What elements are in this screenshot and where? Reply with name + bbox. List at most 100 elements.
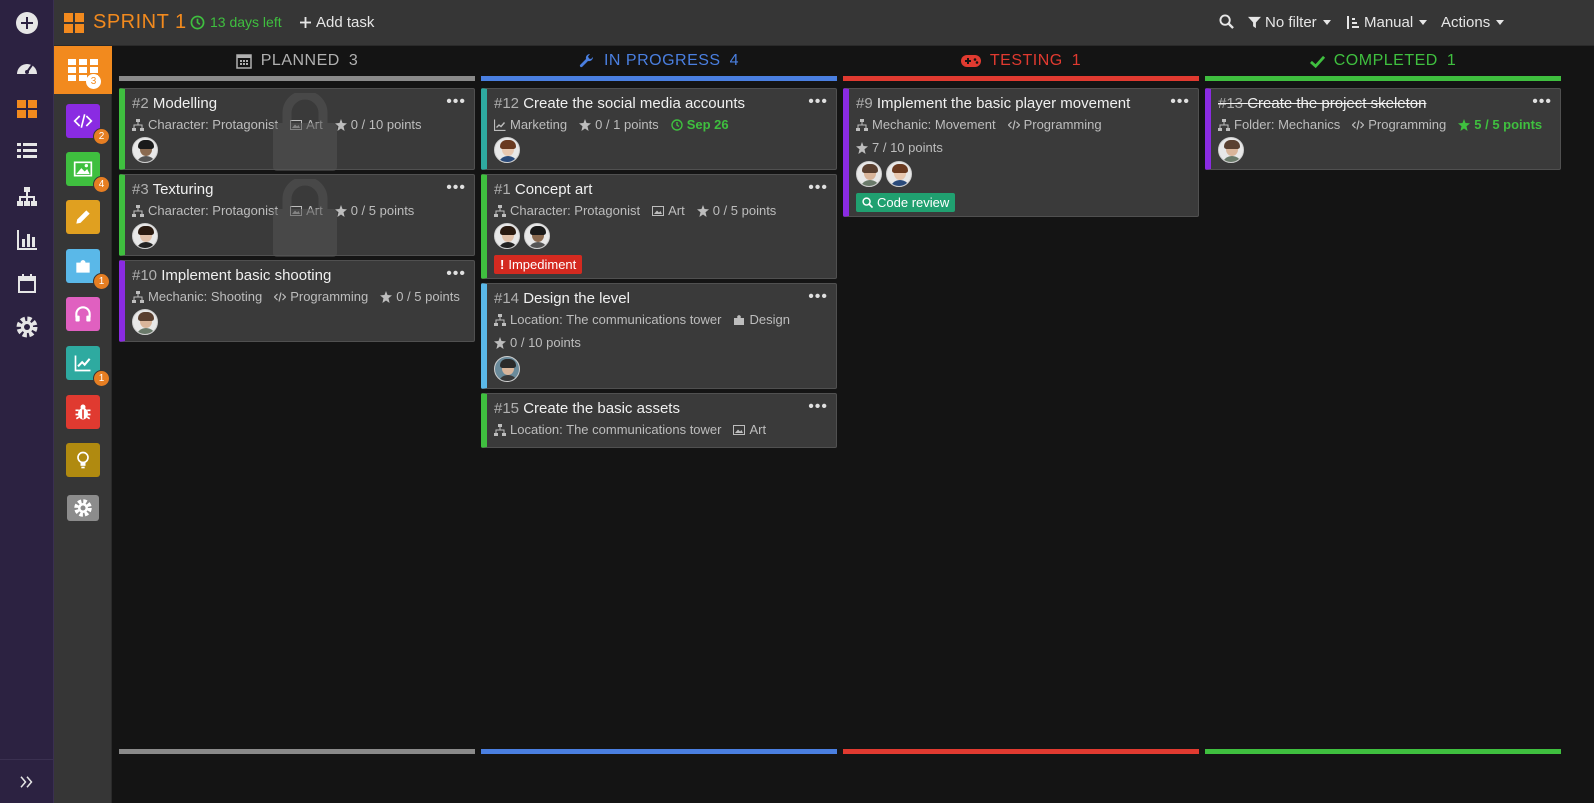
project-art-button[interactable]: 4	[66, 152, 110, 193]
hierarchy-icon[interactable]	[13, 183, 41, 211]
project-audio-button[interactable]	[66, 297, 100, 331]
project-design-button[interactable]	[66, 200, 100, 234]
sort-dropdown[interactable]: Manual	[1346, 14, 1428, 31]
hierarchy-icon	[494, 204, 506, 217]
code-review-tag[interactable]: Code review	[856, 193, 956, 212]
task-meta: Mechanic: Movement Programming	[856, 117, 1110, 132]
hierarchy-icon	[132, 204, 144, 217]
task-title[interactable]: #10 Implement basic shooting	[132, 267, 331, 284]
task-meta: Character: Protagonist Art 0 / 5 points	[494, 203, 784, 218]
card-menu-button[interactable]: •••	[446, 93, 466, 111]
add-circle-icon[interactable]	[13, 9, 41, 37]
clock-icon	[670, 118, 683, 131]
sprint-title[interactable]: SPRINT 1	[93, 11, 187, 34]
star-icon	[696, 204, 709, 217]
assignees	[856, 161, 912, 187]
tag-label: Impediment	[508, 257, 577, 272]
project-board-button[interactable]: 3	[54, 46, 112, 94]
card-menu-button[interactable]: •••	[808, 179, 828, 197]
project-bugs-button[interactable]	[66, 395, 100, 429]
card-menu-button[interactable]: •••	[446, 265, 466, 283]
task-title[interactable]: #12 Create the social media accounts	[494, 95, 745, 112]
avatar[interactable]	[1218, 137, 1244, 163]
expand-sidebar-button[interactable]	[0, 759, 54, 803]
add-task-button[interactable]: Add task	[300, 14, 374, 31]
search-button[interactable]	[1219, 14, 1234, 29]
card-menu-button[interactable]: •••	[808, 93, 828, 111]
project-ideas-button[interactable]	[66, 443, 100, 477]
task-category: Mechanic: Shooting	[148, 289, 263, 304]
task-category: Character: Protagonist	[148, 203, 279, 218]
filter-dropdown[interactable]: No filter	[1248, 14, 1331, 31]
card-menu-button[interactable]: •••	[808, 398, 828, 416]
task-title[interactable]: #2 Modelling	[132, 95, 217, 112]
task-title[interactable]: #1 Concept art	[494, 181, 592, 198]
task-category: Location: The communications tower	[510, 312, 722, 327]
gear-icon	[74, 499, 92, 517]
avatar[interactable]	[494, 137, 520, 163]
calendar-icon[interactable]	[13, 270, 41, 298]
task-points: 0 / 5 points	[396, 289, 460, 304]
task-meta-points: 0 / 10 points	[494, 335, 589, 350]
avatar[interactable]	[856, 161, 882, 187]
task-points: 7 / 10 points	[872, 140, 943, 155]
task-card-9[interactable]: #9 Implement the basic player movement •…	[843, 88, 1199, 217]
task-card-13[interactable]: #13 Create the project skeleton ••• Fold…	[1205, 88, 1561, 170]
task-title[interactable]: #15 Create the basic assets	[494, 400, 680, 417]
project-marketing-button[interactable]: 1	[66, 346, 110, 387]
task-card-3[interactable]: #3 Texturing ••• Character: Protagonist …	[119, 174, 475, 257]
chevron-down-icon	[1496, 20, 1505, 25]
project-settings-button[interactable]	[67, 495, 99, 521]
task-card-2[interactable]: #2 Modelling ••• Character: Protagonist …	[119, 88, 475, 171]
task-card-12[interactable]: #12 Create the social media accounts •••…	[481, 88, 837, 170]
avatar[interactable]	[132, 223, 158, 249]
top-bar: SPRINT 1 13 days left Add task No filter…	[54, 0, 1594, 46]
image-icon	[733, 424, 746, 435]
project-programming-button[interactable]: 2	[66, 104, 110, 145]
calendar-icon	[236, 54, 252, 69]
add-task-label: Add task	[316, 14, 375, 31]
dashboard-gauge-icon[interactable]	[13, 54, 41, 82]
task-card-1[interactable]: #1 Concept art ••• Character: Protagonis…	[481, 174, 837, 279]
task-type: Programming	[1368, 117, 1447, 132]
task-category: Location: The communications tower	[510, 422, 722, 437]
task-card-10[interactable]: #10 Implement basic shooting ••• Mechani…	[119, 260, 475, 342]
card-menu-button[interactable]: •••	[1170, 93, 1190, 111]
list-icon[interactable]	[13, 138, 41, 166]
task-card-15[interactable]: #15 Create the basic assets ••• Location…	[481, 393, 837, 448]
column-label: COMPLETED	[1333, 52, 1438, 69]
card-menu-button[interactable]: •••	[1532, 93, 1552, 111]
hierarchy-icon	[132, 290, 144, 303]
card-menu-button[interactable]: •••	[808, 288, 828, 306]
impediment-tag[interactable]: ! Impediment	[494, 255, 583, 274]
avatar[interactable]	[132, 309, 158, 335]
task-category: Mechanic: Movement	[872, 117, 996, 132]
assignees	[494, 356, 520, 382]
exclamation-icon: !	[500, 257, 505, 272]
double-chevron-right-icon	[20, 775, 33, 788]
bar-chart-icon[interactable]	[13, 226, 41, 254]
actions-dropdown[interactable]: Actions	[1441, 14, 1505, 31]
column-count: 4	[729, 52, 740, 69]
filter-icon	[1248, 16, 1261, 29]
task-category: Character: Protagonist	[148, 117, 279, 132]
image-icon	[652, 205, 665, 216]
card-menu-button[interactable]: •••	[446, 179, 466, 197]
task-type: Art	[749, 422, 767, 437]
project-puzzle-button[interactable]: 1	[66, 249, 110, 290]
avatar[interactable]	[886, 161, 912, 187]
task-card-14[interactable]: #14 Design the level ••• Location: The c…	[481, 283, 837, 389]
bug-icon	[75, 404, 91, 420]
task-title[interactable]: #14 Design the level	[494, 290, 630, 307]
wrench-icon	[579, 53, 593, 68]
assignees	[494, 137, 520, 163]
task-title[interactable]: #9 Implement the basic player movement	[856, 95, 1130, 112]
task-title[interactable]: #3 Texturing	[132, 181, 213, 198]
board-icon[interactable]	[13, 95, 41, 123]
avatar[interactable]	[494, 223, 520, 249]
avatar[interactable]	[132, 137, 158, 163]
avatar[interactable]	[494, 356, 520, 382]
avatar[interactable]	[524, 223, 550, 249]
settings-gear-icon[interactable]	[13, 313, 41, 341]
task-title[interactable]: #13 Create the project skeleton	[1218, 95, 1426, 112]
